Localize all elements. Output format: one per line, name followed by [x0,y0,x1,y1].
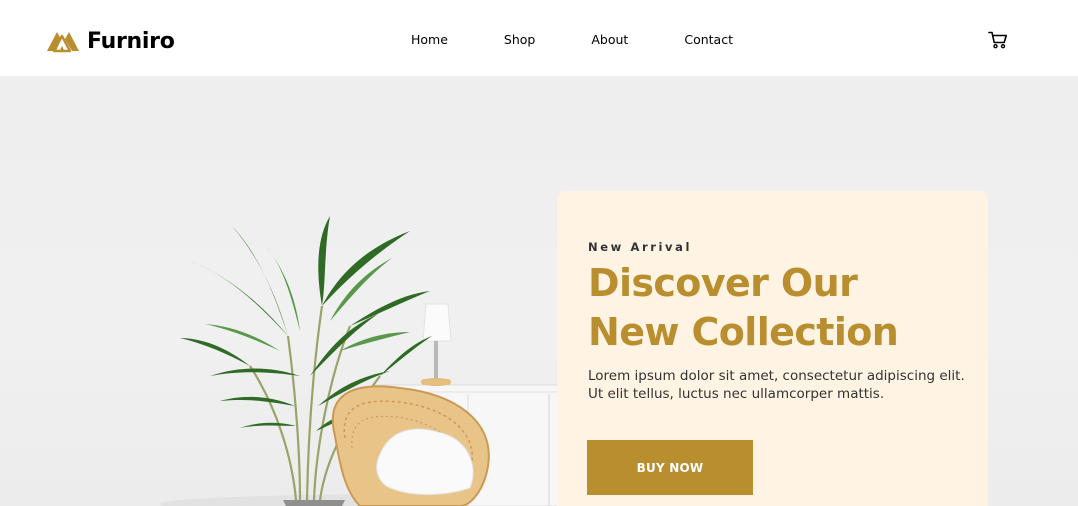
site-header: Furniro Home Shop About Contact [3,2,1078,76]
brand-logo[interactable]: Furniro [45,27,175,55]
nav-link-contact[interactable]: Contact [684,32,733,47]
cart-icon[interactable] [988,31,1008,49]
furniro-logo-icon [47,32,79,53]
table-lamp [421,303,452,386]
hero-heading-line-2: New Collection [588,310,899,354]
nav-link-about[interactable]: About [591,32,628,47]
main-nav: Home Shop About Contact [411,32,733,47]
brand-name: Furniro [87,28,175,54]
hero-description: Lorem ipsum dolor sit amet, consectetur … [588,368,965,402]
hero-section: New Arrival Discover Our New Collection … [0,76,1078,506]
buy-now-button[interactable]: BUY NOW [587,440,753,495]
hero-heading: Discover Our New Collection [588,259,978,357]
nav-link-home[interactable]: Home [411,32,448,47]
nav-link-shop[interactable]: Shop [504,32,535,47]
hero-card: New Arrival Discover Our New Collection … [557,191,988,506]
hero-heading-line-1: Discover Our [588,261,858,305]
new-arrival-label: New Arrival [588,240,693,254]
